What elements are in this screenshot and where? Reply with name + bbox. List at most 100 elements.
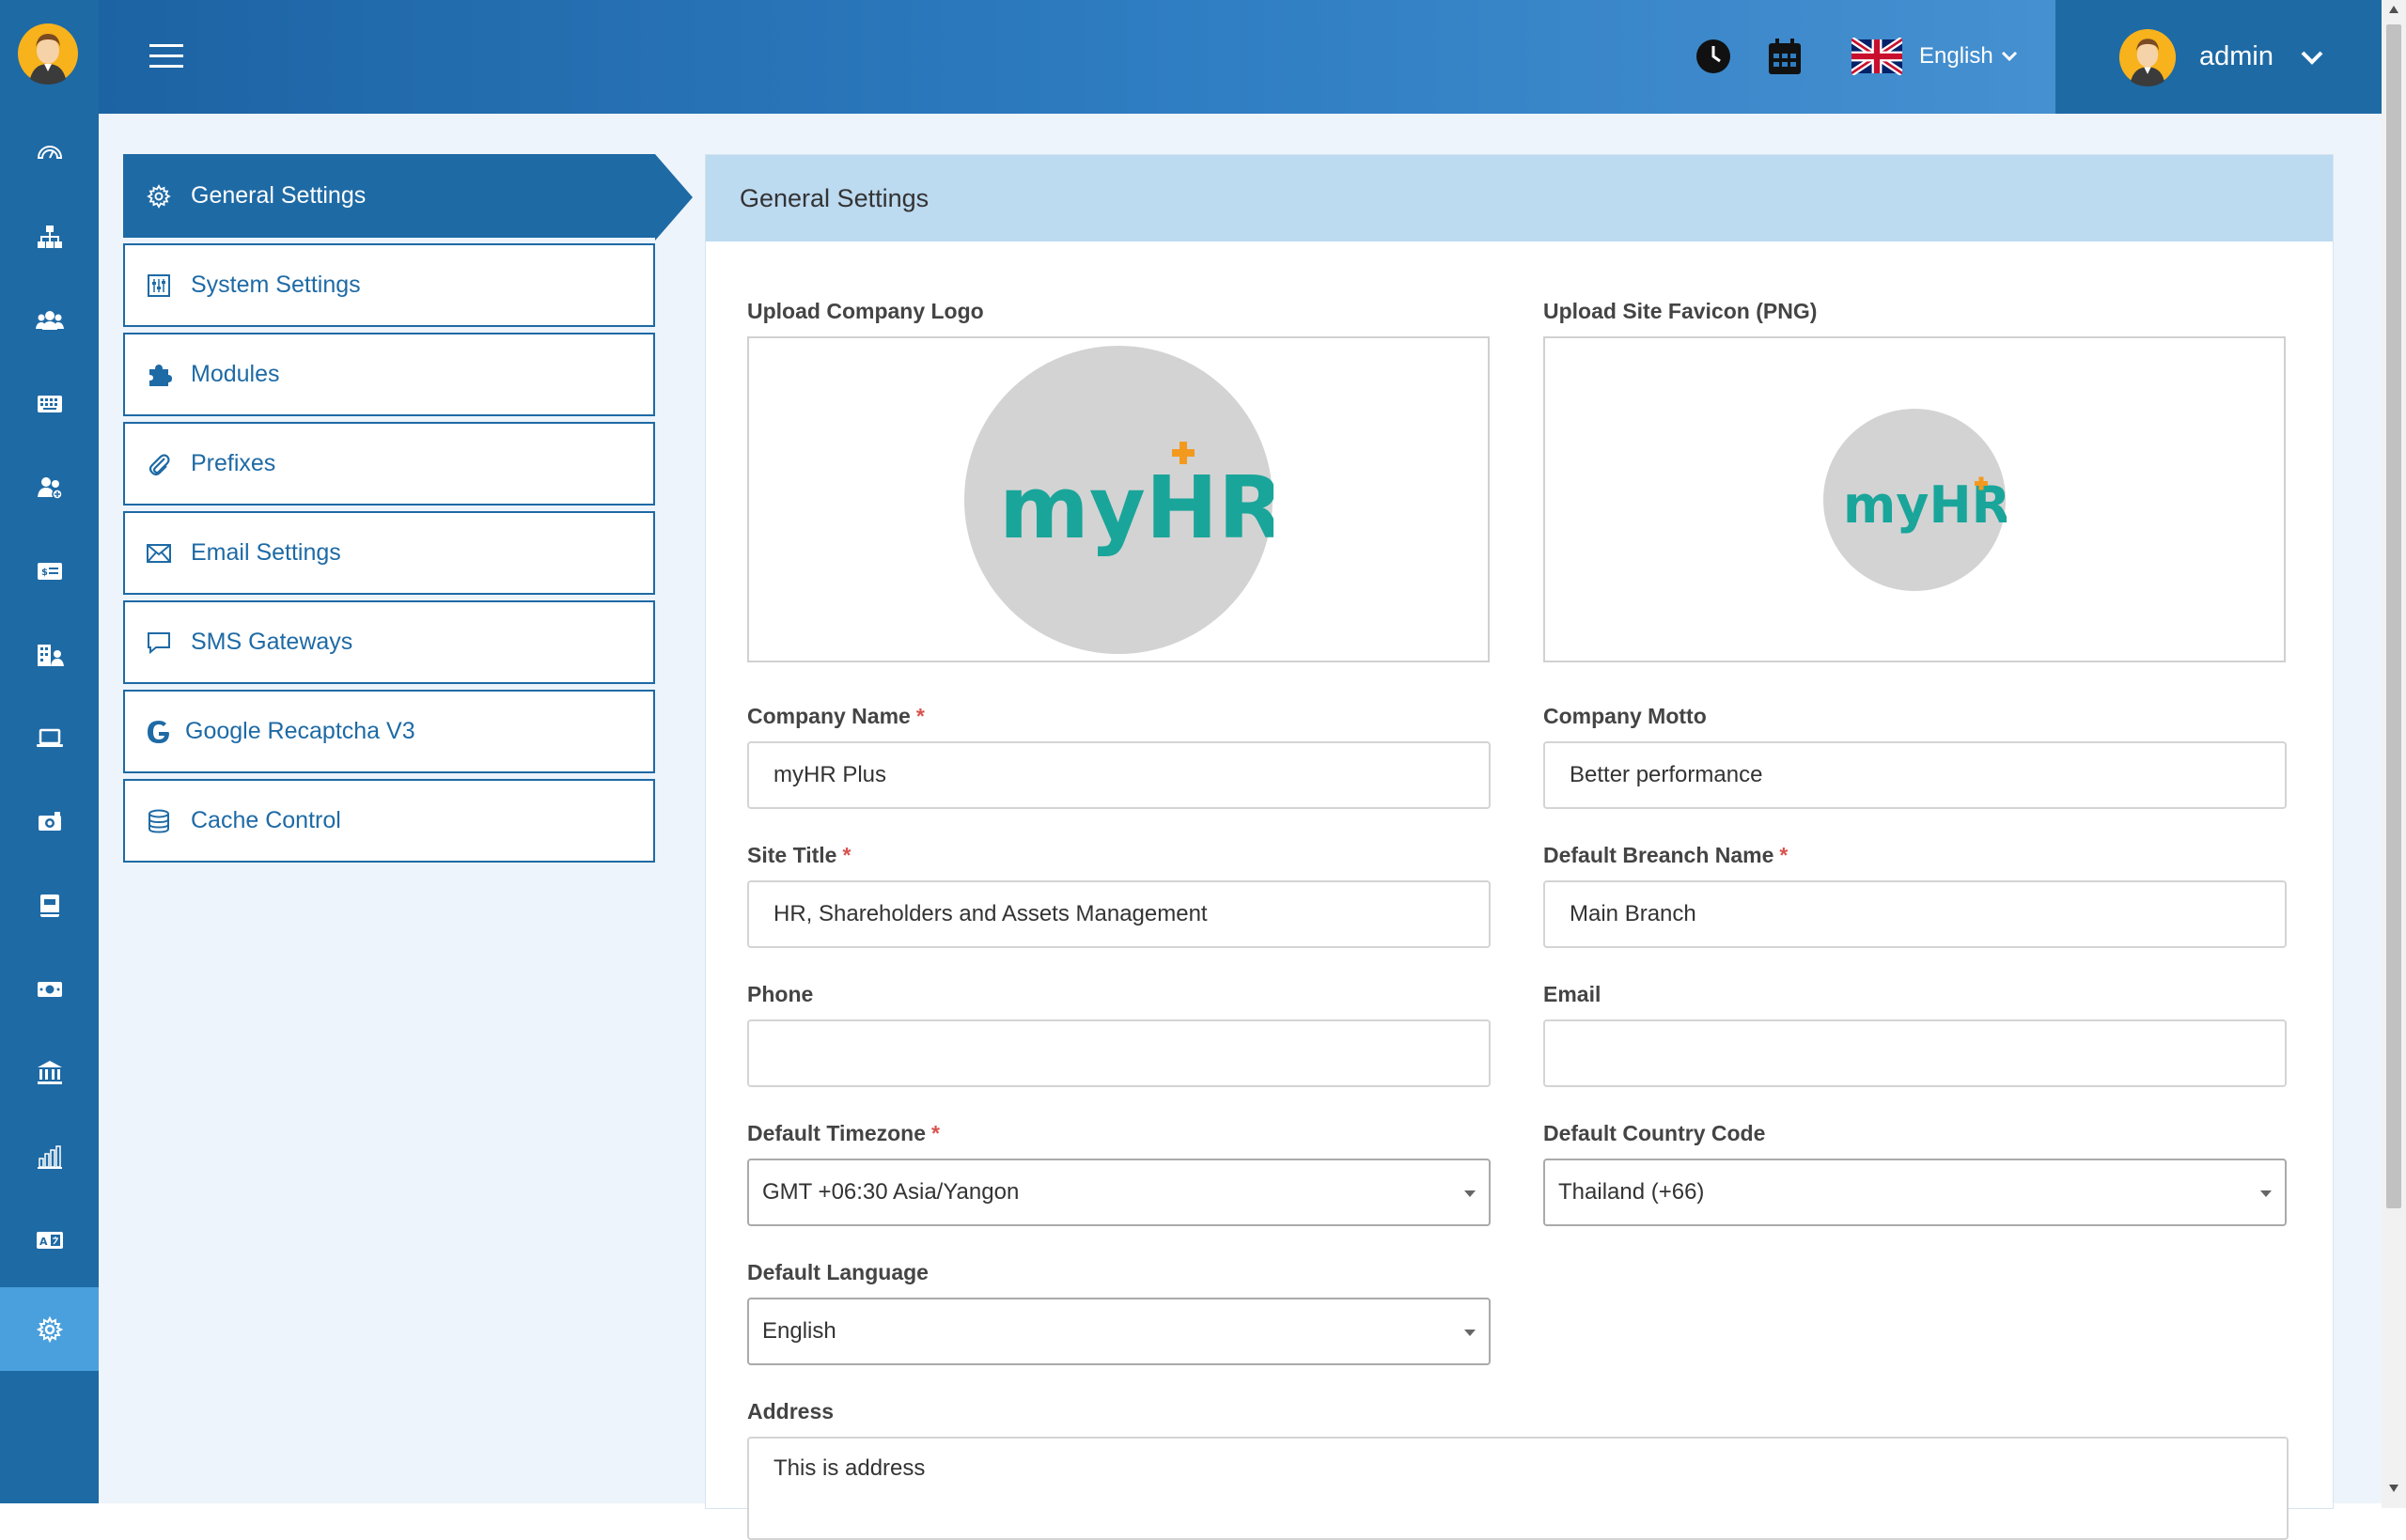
menu-item-label: Google Recaptcha V3 [185,718,415,744]
money-icon [37,981,62,997]
default-language-label: Default Language [747,1260,929,1284]
panel-header: General Settings [706,155,2333,241]
email-input[interactable] [1543,1019,2287,1087]
company-name-input[interactable]: myHR Plus [747,741,1491,809]
menu-item-general-settings[interactable]: General Settings [123,154,693,241]
user-avatar [2118,28,2177,86]
rail-settings[interactable] [0,1287,99,1371]
rail-reports[interactable] [0,1114,99,1198]
user-menu[interactable]: admin [2055,0,2382,114]
book-icon [39,894,59,917]
rail-media[interactable] [0,780,99,863]
camera-icon [38,811,61,831]
rail-employees[interactable] [0,278,99,362]
hamburger-menu-icon[interactable] [148,41,185,71]
panel-title: General Settings [740,183,930,212]
timezone-label: Default Timezone * [747,1121,940,1145]
rail-attendance[interactable] [0,362,99,445]
phone-label: Phone [747,982,814,1006]
uk-flag-icon [1851,38,1902,75]
rail-training[interactable] [0,863,99,947]
site-title-input[interactable]: HR, Shareholders and Assets Management [747,880,1491,948]
clock-icon[interactable] [1695,38,1732,75]
rail-assets[interactable] [0,696,99,780]
menu-item-prefixes[interactable]: Prefixes [123,422,655,506]
user-name: admin [2199,41,2273,71]
address-textarea[interactable]: This is address [747,1437,2289,1540]
rail-payroll[interactable]: $ [0,529,99,613]
envelope-icon [147,543,171,563]
language-switcher[interactable]: English [1851,34,2020,79]
menu-item-label: SMS Gateways [191,629,353,655]
paperclip-icon [148,453,170,475]
rail-dashboard[interactable] [0,111,99,194]
company-name-label: Company Name * [747,704,925,728]
dropdown-arrow-icon [1464,1330,1476,1336]
default-language-value: English [762,1318,836,1344]
rail-organization[interactable] [0,194,99,278]
scroll-up-arrow[interactable] [2389,6,2398,13]
menu-item-cache-control[interactable]: Cache Control [123,779,655,863]
app-avatar-logo[interactable] [17,23,79,85]
logo-text: myHR [999,458,1273,558]
country-code-select[interactable]: Thailand (+66) [1543,1159,2287,1226]
dropdown-arrow-icon [1464,1190,1476,1197]
favicon-image: myHR [1823,408,2007,591]
laptop-icon [36,728,63,747]
keyboard-icon [37,395,62,412]
puzzle-icon [149,364,172,386]
svg-text:$: $ [41,568,48,578]
language-icon: A [36,1231,63,1249]
language-label: English [1919,43,1993,69]
general-settings-panel: General Settings Upload Company Logo myH… [705,154,2334,1540]
rail-team[interactable] [0,445,99,529]
menu-item-label: Email Settings [191,539,341,566]
settings-icon [36,1315,63,1343]
database-icon [148,809,169,833]
sliders-icon [148,273,170,297]
upload-favicon-label: Upload Site Favicon (PNG) [1543,299,1818,323]
favicon-upload[interactable]: myHR [1543,336,2286,662]
menu-item-modules[interactable]: Modules [123,333,655,416]
org-chart-icon [37,225,62,248]
rail-languages[interactable]: A [0,1198,99,1282]
employees-icon [35,310,64,330]
rail-accounts[interactable] [0,1031,99,1114]
page-scrollbar[interactable] [2382,0,2406,1508]
company-motto-input[interactable]: Better performance [1543,741,2287,809]
timezone-select[interactable]: GMT +06:30 Asia/Yangon [747,1159,1491,1226]
default-language-select[interactable]: English [747,1298,1491,1365]
calendar-icon[interactable] [1767,37,1803,76]
sidebar-rail: $ A [0,0,99,1503]
chevron-down-icon [2301,51,2323,65]
menu-item-sms-gateways[interactable]: SMS Gateways [123,600,655,684]
dropdown-arrow-icon [2260,1190,2272,1197]
chat-icon [148,631,170,654]
menu-item-google-recaptcha[interactable]: Google Recaptcha V3 [123,690,655,773]
id-card-icon: $ [37,562,62,580]
company-logo-upload[interactable]: myHR [747,336,1490,662]
menu-item-label: System Settings [191,272,361,298]
upload-logo-label: Upload Company Logo [747,299,984,323]
default-branch-input[interactable]: Main Branch [1543,880,2287,948]
menu-item-label: General Settings [191,182,367,209]
rail-company[interactable] [0,613,99,696]
menu-item-label: Cache Control [191,807,341,833]
default-branch-label: Default Breanch Name * [1543,843,1789,867]
main-content: General Settings System Settings Modules… [99,114,2382,1540]
company-motto-label: Company Motto [1543,704,1707,728]
scroll-down-arrow[interactable] [2389,1485,2398,1492]
timezone-value: GMT +06:30 Asia/Yangon [762,1179,1020,1205]
gear-icon [147,183,171,209]
google-icon [148,720,169,743]
menu-item-system-settings[interactable]: System Settings [123,243,655,327]
country-code-label: Default Country Code [1543,1121,1766,1145]
svg-text:A: A [39,1236,48,1248]
menu-item-label: Modules [191,361,280,387]
menu-item-email-settings[interactable]: Email Settings [123,511,655,595]
rail-finance[interactable] [0,947,99,1031]
team-icon [37,476,63,500]
scrollbar-thumb[interactable] [2386,24,2401,1208]
phone-input[interactable] [747,1019,1491,1087]
email-label: Email [1543,982,1601,1006]
